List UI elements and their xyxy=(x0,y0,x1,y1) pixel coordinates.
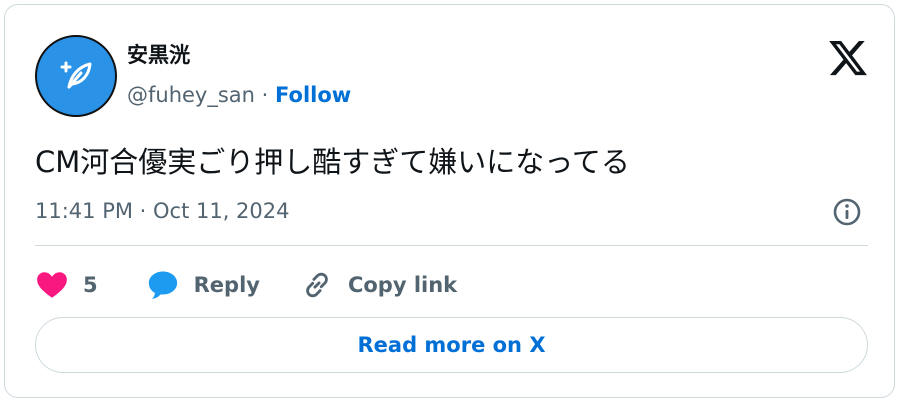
x-logo-icon[interactable] xyxy=(827,37,869,79)
heart-icon xyxy=(37,272,67,298)
embedded-tweet-card: 安黒洸 @fuhey_san · Follow CM河合優実ごり押し酷すぎて嫌い… xyxy=(4,4,895,398)
info-icon[interactable] xyxy=(831,196,863,228)
action-bar: 5 Reply Copy link xyxy=(35,263,457,307)
like-button[interactable]: 5 xyxy=(35,268,98,302)
follow-button[interactable]: Follow xyxy=(275,83,351,107)
feather-quill-icon xyxy=(60,61,92,89)
reply-button[interactable]: Reply xyxy=(146,268,260,302)
divider xyxy=(35,245,868,246)
author-handle[interactable]: @fuhey_san xyxy=(127,83,255,107)
separator-dot: · xyxy=(261,83,269,107)
speech-bubble-icon xyxy=(148,271,177,299)
link-icon xyxy=(306,272,328,298)
read-more-button[interactable]: Read more on X xyxy=(35,317,868,373)
reply-label: Reply xyxy=(193,273,260,297)
author-handle-row: @fuhey_san · Follow xyxy=(127,83,351,107)
copy-link-label: Copy link xyxy=(347,273,458,297)
tweet-text: CM河合優実ごり押し酷すぎて嫌いになってる xyxy=(35,145,630,179)
tweet-timestamp[interactable]: 11:41 PM · Oct 11, 2024 xyxy=(35,199,290,223)
author-name[interactable]: 安黒洸 xyxy=(127,39,190,69)
copy-link-button[interactable]: Copy link xyxy=(300,268,457,302)
like-count: 5 xyxy=(83,273,98,297)
avatar[interactable] xyxy=(35,35,117,117)
